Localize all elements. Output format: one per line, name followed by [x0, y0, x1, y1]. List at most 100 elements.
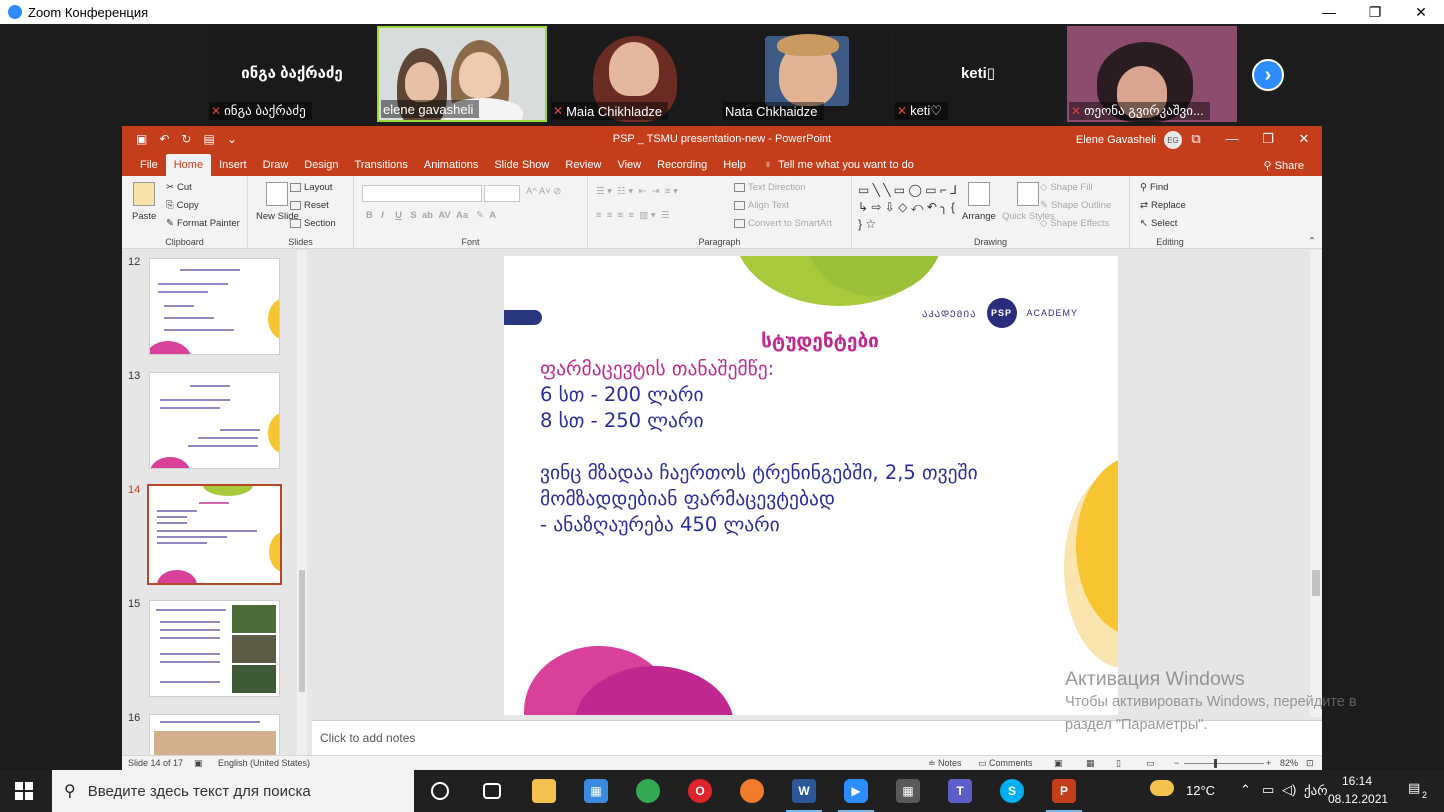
clock-date[interactable]: 08.12.2021: [1328, 792, 1388, 806]
tab-draw[interactable]: Draw: [255, 154, 297, 176]
close-button[interactable]: ✕: [1398, 0, 1444, 24]
font-size-select[interactable]: [484, 185, 520, 202]
collapse-ribbon-icon[interactable]: ⌃: [1308, 236, 1316, 247]
slide-thumbnail[interactable]: [149, 600, 280, 697]
tab-insert[interactable]: Insert: [211, 154, 255, 176]
tab-view[interactable]: View: [609, 154, 649, 176]
account[interactable]: Elene Gavasheli EG: [1076, 131, 1182, 149]
comments-toggle[interactable]: ▭ Comments: [978, 758, 1033, 769]
slide-text-box[interactable]: სტუდენტები ფარმაცევტის თანაშემწე: 6 სთ -…: [540, 328, 1100, 538]
weather-icon[interactable]: [1150, 780, 1174, 796]
language-status[interactable]: English (United States): [218, 758, 310, 768]
task-view-icon[interactable]: [466, 770, 518, 812]
participant-tile[interactable]: ✕ თეონა გვირკაშვი...: [1067, 26, 1237, 122]
tab-transitions[interactable]: Transitions: [347, 154, 416, 176]
minimize-button[interactable]: —: [1306, 0, 1352, 24]
notification-icon[interactable]: ▤: [1408, 780, 1420, 796]
participant-tile[interactable]: ინგა ბაქრაძე ✕ ინგა ბაქრაძე: [207, 26, 377, 122]
find-button[interactable]: ⚲ Find: [1140, 182, 1168, 193]
tab-review[interactable]: Review: [557, 154, 609, 176]
zoom-in-icon[interactable]: +: [1266, 758, 1271, 768]
store-icon[interactable]: ▦: [570, 770, 622, 812]
normal-view-icon[interactable]: ▣: [1054, 758, 1063, 769]
tell-me-search[interactable]: ♀ Tell me what you want to do: [764, 154, 914, 176]
spell-check-icon[interactable]: ▣: [194, 758, 203, 769]
gallery-next-button[interactable]: ›: [1252, 59, 1284, 91]
fit-to-window-icon[interactable]: ⊡: [1306, 758, 1314, 769]
editor-scrollbar[interactable]: [1310, 250, 1322, 717]
layout-button[interactable]: Layout: [290, 182, 333, 193]
participant-tile[interactable]: elene gavasheli: [377, 26, 547, 122]
format-painter-button[interactable]: ✎ Format Painter: [166, 218, 240, 229]
clock-time[interactable]: 16:14: [1342, 774, 1372, 788]
participant-tile[interactable]: ✕ Maia Chikhladze: [549, 26, 719, 122]
slide-thumbnail[interactable]: [149, 372, 280, 469]
font-family-select[interactable]: [362, 185, 482, 202]
section-button[interactable]: Section: [290, 218, 336, 229]
volume-icon[interactable]: ◁): [1282, 782, 1296, 798]
restore-button[interactable]: ❐: [1250, 126, 1286, 151]
start-button[interactable]: [0, 770, 48, 812]
slide-thumbnail[interactable]: [149, 258, 280, 355]
slide-thumbnail-selected[interactable]: [147, 484, 282, 585]
cortana-icon[interactable]: [414, 770, 466, 812]
ribbon-display-options-icon[interactable]: ⧉: [1178, 126, 1214, 151]
zoom-slider-thumb[interactable]: [1214, 759, 1217, 768]
close-button[interactable]: ✕: [1286, 126, 1322, 151]
taskbar-search[interactable]: ⚲ Введите здесь текст для поиска: [52, 770, 414, 812]
slide-sorter-icon[interactable]: ▦: [1086, 758, 1095, 769]
tab-file[interactable]: File: [132, 154, 166, 176]
weather-temp[interactable]: 12°C: [1186, 783, 1215, 798]
notes-toggle[interactable]: ≐ Notes: [928, 758, 962, 769]
replace-button[interactable]: ⇄ Replace: [1140, 200, 1186, 211]
zoom-level[interactable]: 82%: [1280, 758, 1298, 768]
file-explorer-icon[interactable]: [518, 770, 570, 812]
select-button[interactable]: ↖ Select: [1140, 218, 1177, 229]
thumbnails-scrollbar[interactable]: [297, 250, 307, 755]
shape-fill-button[interactable]: ◇ Shape Fill: [1040, 182, 1093, 193]
powerpoint-icon[interactable]: P: [1038, 770, 1090, 812]
chrome-icon[interactable]: [622, 770, 674, 812]
participant-tile[interactable]: Nata Chkhaidze: [721, 26, 891, 122]
align-buttons[interactable]: ≡ ≡ ≡ ≡ ▥ ▾ ☰: [596, 210, 669, 221]
paste-button[interactable]: Paste: [132, 182, 156, 222]
zoom-slider[interactable]: [1184, 763, 1264, 764]
shapes-gallery[interactable]: ▭ ╲ ╲ ▭ ◯ ▭ ⌐ ⅃ ↳ ⇨ ⇩ ◇ ⤺ ↶ ╮ { } ☆: [858, 182, 958, 233]
chevron-up-icon[interactable]: ⌃: [1240, 782, 1251, 798]
slide-thumbnail[interactable]: [149, 714, 280, 755]
increase-font-icon[interactable]: A^ A˅ ⊘: [526, 186, 561, 197]
align-text-button[interactable]: Align Text: [734, 200, 789, 211]
shape-effects-button[interactable]: ◇ Shape Effects: [1040, 218, 1109, 229]
slideshow-icon[interactable]: ▭: [1146, 758, 1155, 769]
input-language[interactable]: ქარ: [1304, 783, 1328, 799]
calculator-icon[interactable]: ▦: [882, 770, 934, 812]
tab-home[interactable]: Home: [165, 154, 212, 176]
scrollbar-thumb[interactable]: [299, 570, 305, 692]
tab-slide-show[interactable]: Slide Show: [486, 154, 557, 176]
convert-smartart-button[interactable]: Convert to SmartArt: [734, 218, 832, 229]
reading-view-icon[interactable]: ▯: [1116, 758, 1121, 769]
tab-recording[interactable]: Recording: [649, 154, 715, 176]
maximize-button[interactable]: ❐: [1352, 0, 1398, 24]
firefox-icon[interactable]: [726, 770, 778, 812]
reset-button[interactable]: Reset: [290, 200, 329, 211]
network-icon[interactable]: ▭: [1262, 782, 1274, 798]
participant-tile[interactable]: keti▯ ✕ keti♡: [893, 26, 1063, 122]
font-style-buttons[interactable]: B I U S ab AV Aa ✎ A: [366, 210, 496, 221]
arrange-button[interactable]: Arrange: [962, 182, 996, 222]
zoom-icon[interactable]: ▶: [830, 770, 882, 812]
tab-animations[interactable]: Animations: [416, 154, 486, 176]
scrollbar-thumb[interactable]: [1312, 570, 1320, 596]
opera-icon[interactable]: O: [674, 770, 726, 812]
shape-outline-button[interactable]: ✎ Shape Outline: [1040, 200, 1111, 211]
list-buttons[interactable]: ☰ ▾ ☷ ▾ ⇤ ⇥ ≡ ▾: [596, 186, 678, 197]
current-slide[interactable]: ᲐᲙᲐᲓᲔᲛᲘᲐ PSP ACADEMY სტუდენტები ფარმაცევ…: [504, 256, 1118, 715]
share-button[interactable]: ⚲ Share: [1264, 159, 1304, 172]
teams-icon[interactable]: T: [934, 770, 986, 812]
tab-help[interactable]: Help: [715, 154, 754, 176]
skype-icon[interactable]: S: [986, 770, 1038, 812]
zoom-out-icon[interactable]: −: [1174, 758, 1179, 768]
copy-button[interactable]: ⎘ Copy: [166, 200, 199, 211]
word-icon[interactable]: W: [778, 770, 830, 812]
text-direction-button[interactable]: Text Direction: [734, 182, 806, 193]
